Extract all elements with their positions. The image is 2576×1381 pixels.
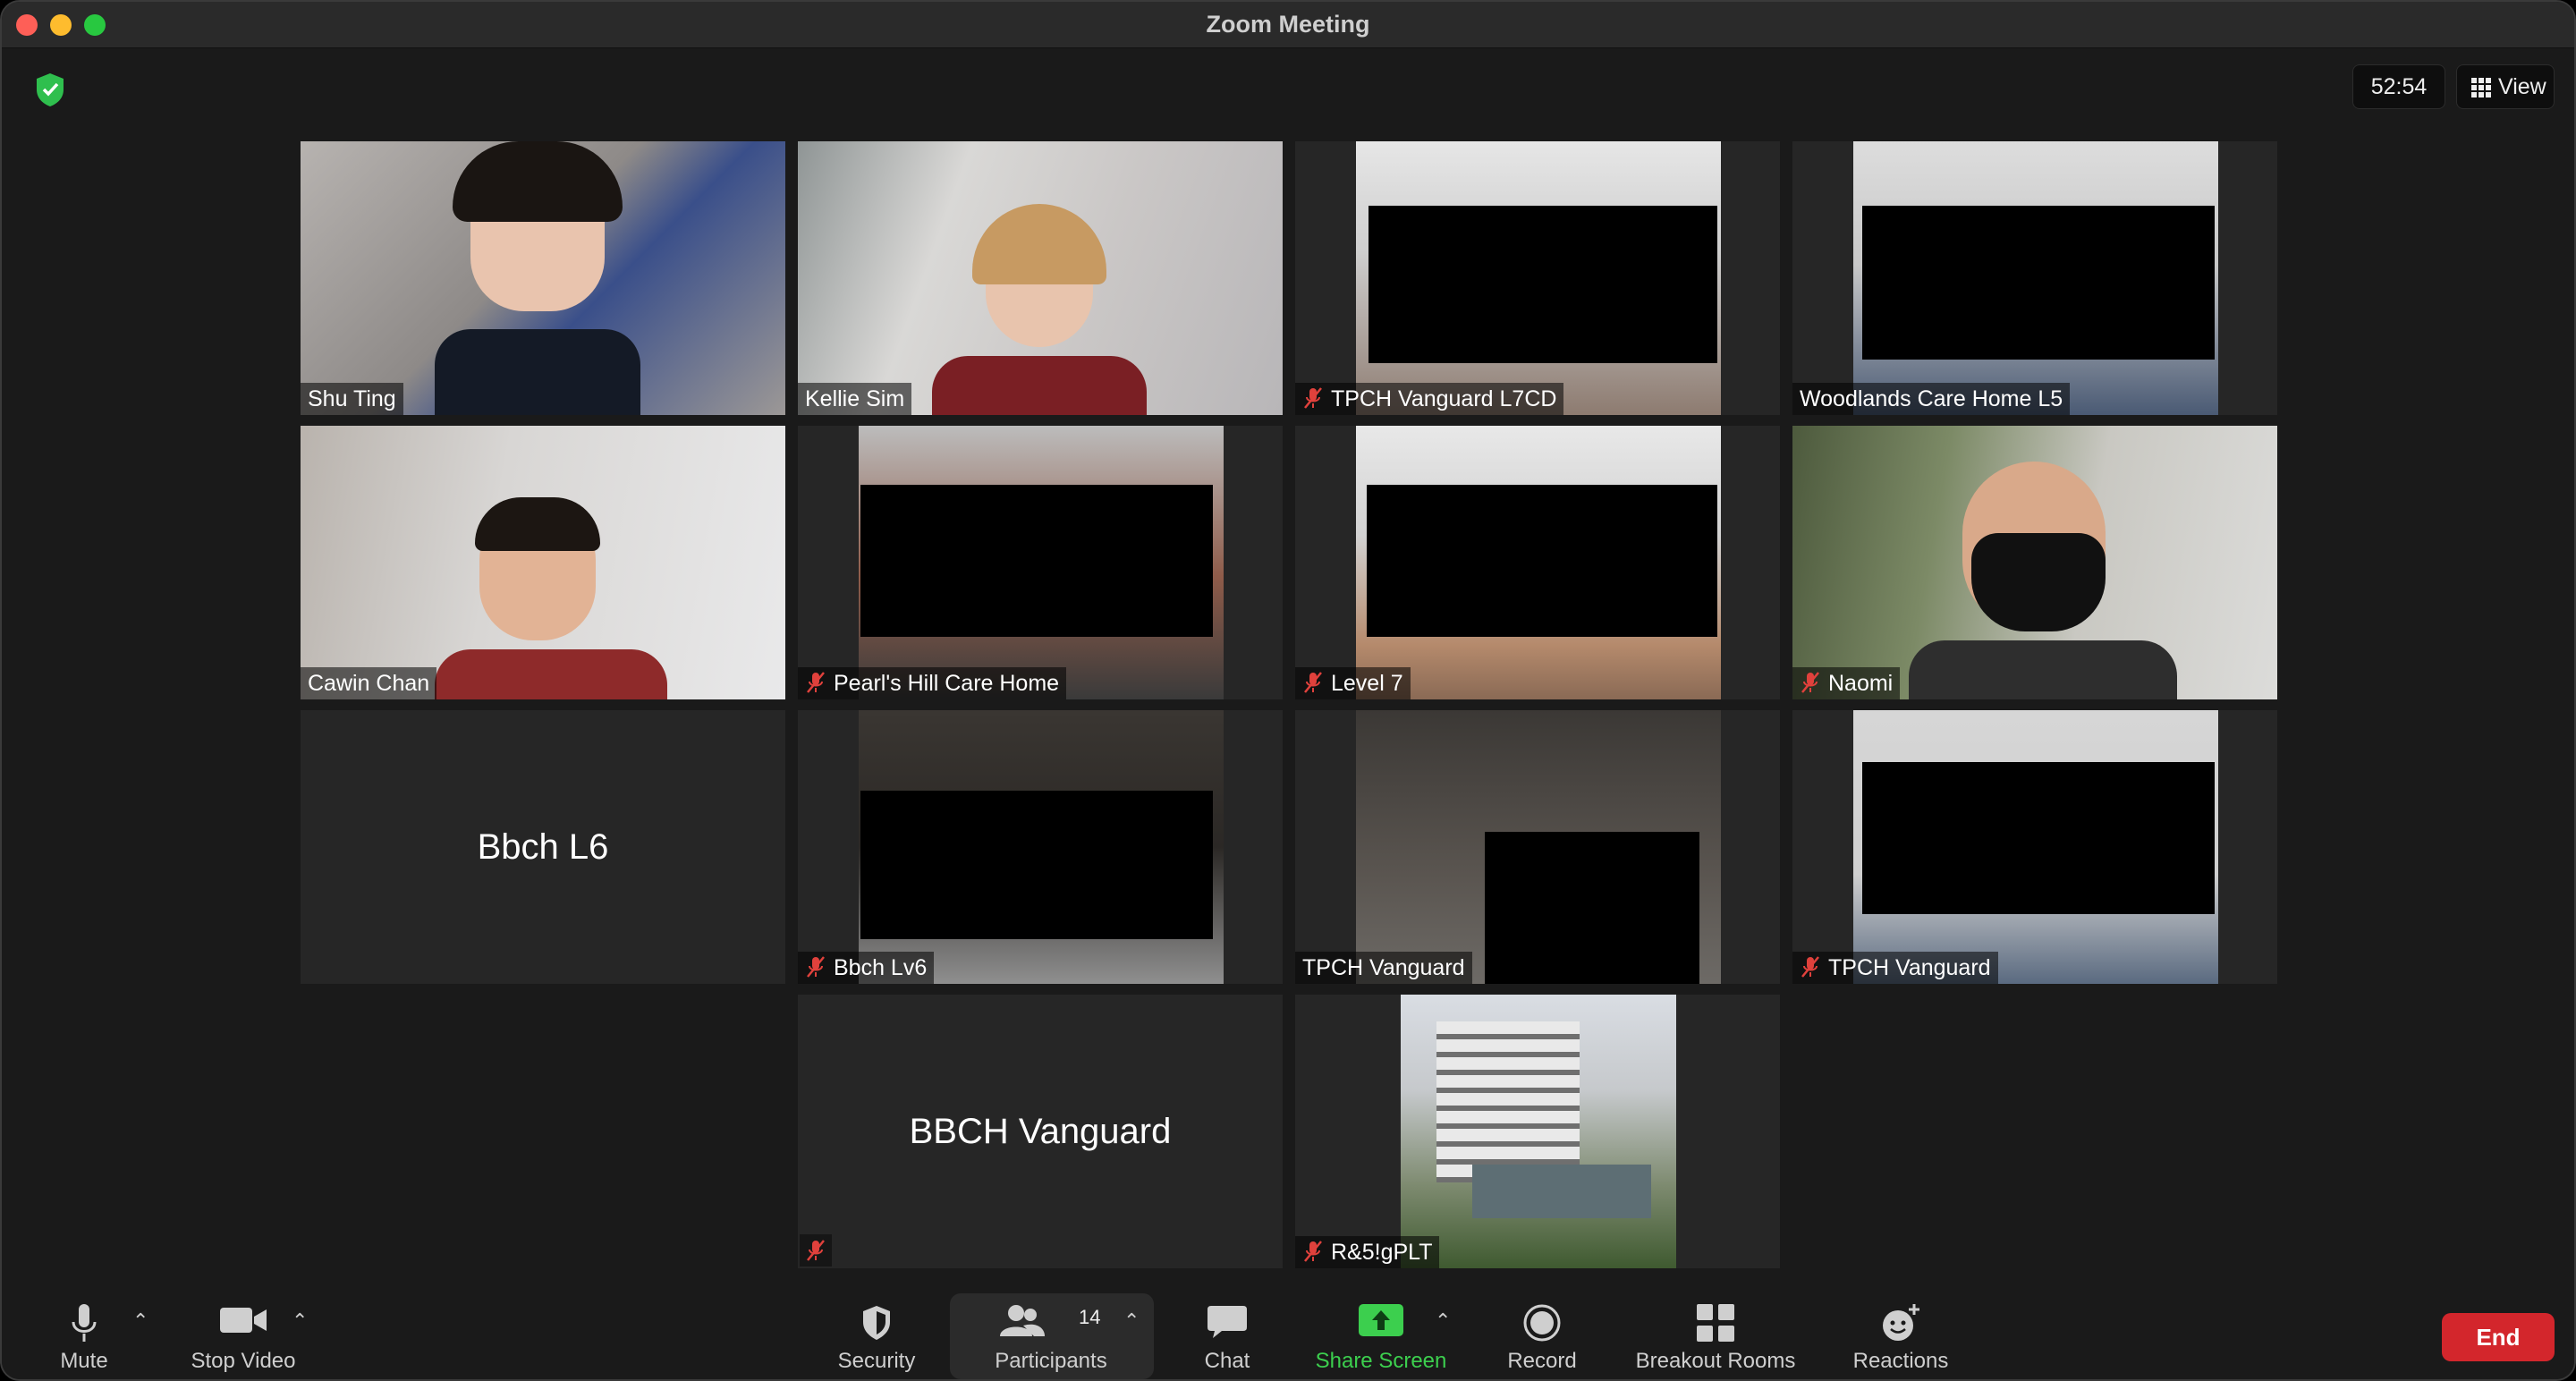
redaction-box [1485, 832, 1699, 984]
muted-mic-icon [1801, 956, 1819, 979]
stop-video-button[interactable]: Stop Video [181, 1290, 306, 1379]
video-tile-naomi[interactable]: Naomi [1792, 426, 2277, 699]
microphone-icon [72, 1304, 97, 1342]
participant-video [1792, 426, 2277, 699]
record-button[interactable]: Record [1496, 1290, 1589, 1379]
meeting-area: 52:54 View Shu Ting Kellie Sim TPCH Vang… [2, 48, 2574, 1290]
building-image [1436, 1021, 1580, 1182]
participant-video [798, 141, 1283, 415]
video-tile-kellie-sim[interactable]: Kellie Sim [798, 141, 1283, 415]
view-label: View [2498, 74, 2546, 99]
reactions-button[interactable]: Reactions [1843, 1290, 1959, 1379]
redaction-box [1367, 485, 1717, 637]
redaction-box [860, 485, 1213, 637]
muted-mic-icon [807, 672, 825, 694]
chat-button[interactable]: Chat [1182, 1290, 1272, 1379]
title-bar: Zoom Meeting [2, 2, 2574, 48]
share-screen-icon [1359, 1304, 1403, 1336]
meeting-toolbar: Mute ⌃ Stop Video ⌃ Security 14 Particip… [2, 1290, 2574, 1379]
participant-video [301, 141, 785, 415]
end-meeting-button[interactable]: End [2442, 1313, 2555, 1361]
window-title: Zoom Meeting [1206, 11, 1370, 38]
share-screen-button[interactable]: Share Screen [1302, 1290, 1460, 1379]
video-tile-level-7[interactable]: Level 7 [1295, 426, 1780, 699]
record-icon [1523, 1304, 1561, 1342]
participant-name-tag: Pearl's Hill Care Home [798, 667, 1067, 699]
participant-hair [475, 497, 600, 551]
video-tile-bbch-vanguard[interactable]: BBCH Vanguard [798, 995, 1283, 1268]
video-tile-bbch-l6[interactable]: Bbch L6 [301, 710, 785, 984]
participant-video [1401, 995, 1676, 1268]
participant-hair [972, 204, 1106, 284]
participant-name-tag: TPCH Vanguard L7CD [1295, 383, 1564, 415]
participant-name-tag: TPCH Vanguard [1295, 952, 1472, 984]
participant-shirt [435, 649, 667, 699]
video-camera-icon [220, 1308, 267, 1333]
security-button[interactable]: Security [823, 1290, 930, 1379]
muted-mic-icon [1801, 672, 1819, 694]
participant-name-tag: Woodlands Care Home L5 [1792, 383, 2071, 415]
participant-shirt [435, 329, 640, 415]
muted-mic-icon [1304, 387, 1322, 410]
redaction-box [1368, 206, 1717, 363]
grid-view-icon [2471, 78, 2491, 98]
participant-name-tag: R&5!gPLT [1295, 1236, 1440, 1268]
participant-video [301, 426, 785, 699]
muted-mic-icon [807, 956, 825, 979]
redaction-box [1862, 762, 2215, 914]
participant-name-tag: Level 7 [1295, 667, 1411, 699]
meeting-timer: 52:54 [2352, 64, 2445, 109]
video-tile-pearls-hill-care-home[interactable]: Pearl's Hill Care Home [798, 426, 1283, 699]
breakout-rooms-icon [1697, 1304, 1734, 1342]
video-tile-tpch-vanguard-l7cd[interactable]: TPCH Vanguard L7CD [1295, 141, 1780, 415]
share-options-chevron-icon[interactable]: ⌃ [1435, 1309, 1451, 1333]
muted-mic-icon [807, 1240, 825, 1261]
participants-icon [999, 1305, 1045, 1336]
participants-options-chevron-icon[interactable]: ⌃ [1123, 1309, 1140, 1333]
encryption-shield-icon[interactable] [34, 72, 66, 107]
participant-name-tag: Cawin Chan [301, 667, 437, 699]
participants-button[interactable]: 14 Participants [977, 1290, 1125, 1379]
participant-name-tag: Naomi [1792, 667, 1901, 699]
redaction-box [860, 791, 1213, 939]
breakout-rooms-button[interactable]: Breakout Rooms [1628, 1290, 1803, 1379]
muted-mic-icon [1304, 1241, 1322, 1263]
redaction-box [1862, 206, 2215, 360]
building-sign [1472, 1165, 1651, 1218]
chat-bubble-icon [1208, 1306, 1247, 1338]
smiley-plus-icon [1883, 1304, 1919, 1341]
participant-mask [1971, 533, 2106, 631]
participant-shirt [932, 356, 1147, 415]
mute-button[interactable]: Mute [38, 1290, 131, 1379]
participant-name-tag: Bbch Lv6 [798, 952, 935, 984]
participant-name-tag: Shu Ting [301, 383, 403, 415]
video-tile-tpch-vanguard-2[interactable]: TPCH Vanguard [1792, 710, 2277, 984]
shield-icon [863, 1306, 890, 1340]
participant-shirt [1909, 640, 2177, 699]
participant-name-center: BBCH Vanguard [909, 1111, 1172, 1151]
zoom-window: Zoom Meeting 52:54 View Shu Ting Kellie … [0, 0, 2576, 1381]
participant-name-center: Bbch L6 [477, 826, 609, 867]
video-tile-cawin-chan[interactable]: Cawin Chan [301, 426, 785, 699]
participant-name-tag: Kellie Sim [798, 383, 912, 415]
muted-indicator [800, 1234, 832, 1267]
muted-mic-icon [1304, 672, 1322, 694]
video-tile-tpch-vanguard[interactable]: TPCH Vanguard [1295, 710, 1780, 984]
participant-name-tag: TPCH Vanguard [1792, 952, 1998, 984]
audio-options-chevron-icon[interactable]: ⌃ [132, 1309, 148, 1333]
video-tile-shu-ting[interactable]: Shu Ting [301, 141, 785, 415]
video-tile-rs-gplt[interactable]: R&5!gPLT [1295, 995, 1780, 1268]
view-button[interactable]: View [2456, 64, 2555, 109]
participant-hair [453, 141, 623, 222]
participants-count: 14 [1079, 1306, 1101, 1328]
video-tile-woodlands-care-home-l5[interactable]: Woodlands Care Home L5 [1792, 141, 2277, 415]
video-tile-bbch-lv6[interactable]: Bbch Lv6 [798, 710, 1283, 984]
video-options-chevron-icon[interactable]: ⌃ [292, 1309, 308, 1333]
